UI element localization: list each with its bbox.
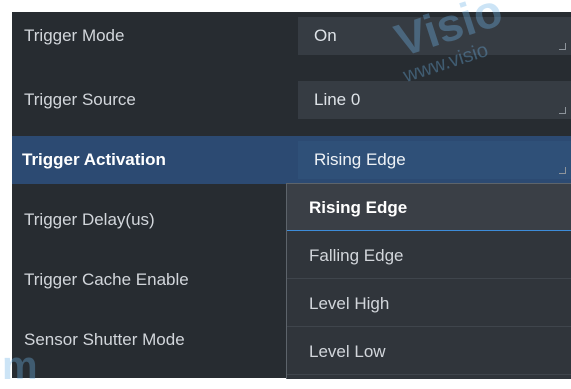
trigger-source-label: Trigger Source [24,90,136,109]
option-level-high[interactable]: Level High [287,280,571,327]
resize-grip-icon [559,107,566,114]
resize-grip-icon [559,167,566,174]
option-rising-edge[interactable]: Rising Edge [287,184,571,231]
trigger-activation-value: Rising Edge [314,150,406,169]
trigger-source-select[interactable]: Line 0 [298,81,571,119]
trigger-source-value: Line 0 [314,90,361,109]
row-trigger-mode[interactable]: Trigger Mode On [12,12,571,60]
sensor-shutter-mode-label: Sensor Shutter Mode [24,330,185,349]
trigger-activation-label: Trigger Activation [22,150,166,169]
trigger-mode-value: On [314,26,337,45]
trigger-delay-label: Trigger Delay(us) [24,210,155,229]
trigger-mode-select[interactable]: On [298,17,571,55]
option-falling-edge[interactable]: Falling Edge [287,232,571,279]
row-trigger-source[interactable]: Trigger Source Line 0 [12,76,571,124]
row-trigger-activation[interactable]: Trigger Activation Rising Edge [12,136,571,184]
option-level-low[interactable]: Level Low [287,328,571,375]
resize-grip-icon [559,43,566,50]
trigger-cache-enable-label: Trigger Cache Enable [24,270,189,289]
trigger-activation-select[interactable]: Rising Edge [298,141,571,179]
trigger-mode-label: Trigger Mode [24,26,125,45]
trigger-activation-dropdown: Rising Edge Falling Edge Level High Leve… [286,183,571,379]
